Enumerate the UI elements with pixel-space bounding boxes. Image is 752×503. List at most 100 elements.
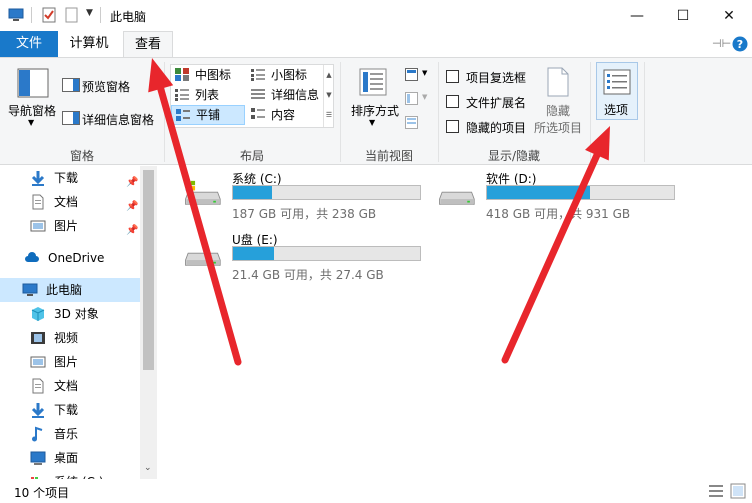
pin-ribbon-icon[interactable]: ⊣⊢ [712,37,731,50]
drive-usage-fill [487,186,590,199]
nav-item[interactable]: 此电脑 [0,278,140,302]
layout-item-label: 中图标 [195,68,232,82]
tab-computer[interactable]: 计算机 [58,31,120,57]
chevron-down-icon[interactable]: ▼ [28,118,34,127]
nav-item-label: 图片 [54,355,79,369]
layout-item-label: 内容 [271,108,296,122]
preview-pane-button[interactable]: 预览窗格 [82,78,130,95]
size-columns-icon[interactable] [405,116,421,130]
nav-item[interactable]: 图片 📌 [0,214,140,238]
nav-item-label: 桌面 [54,451,79,465]
group-by-icon[interactable] [405,68,421,82]
hidden-items-label: 隐藏的项目 [466,121,527,135]
separator [31,7,32,23]
hide-selected-button[interactable]: 隐藏 [546,102,570,119]
title-bar: ▼ 此电脑 — ☐ ✕ [0,0,752,31]
item-checkboxes-checkbox[interactable] [446,70,459,83]
cube-icon [30,306,46,322]
drive-tile[interactable]: 软件 (D:) 418 GB 可用，共 931 GB [434,170,679,222]
nav-item[interactable]: 3D 对象 [0,302,140,326]
navigation-pane-icon [17,68,49,98]
music-icon [30,426,46,442]
svg-text:?: ? [737,38,743,51]
layout-gallery: 中图标 小图标 列表 详细信息 平铺 内容 ▲ ▼ ☰ [170,64,334,128]
nav-item-label: 音乐 [54,427,79,441]
computer-icon[interactable] [8,7,24,23]
file-extensions-checkbox[interactable] [446,95,459,108]
nav-item[interactable]: 桌面 [0,446,140,470]
drive-free-space: 21.4 GB 可用，共 27.4 GB [232,268,384,282]
close-button[interactable]: ✕ [706,0,752,31]
properties-icon[interactable] [41,7,57,23]
desktop-icon [30,450,46,466]
drive-icon [439,191,475,205]
list-icon [175,89,189,101]
add-columns-icon[interactable] [405,92,421,106]
layout-small-icons[interactable]: 小图标 [247,65,323,85]
nav-item[interactable]: 文档 [0,374,140,398]
medium-icons-icon [175,68,189,81]
details-view-icon[interactable] [708,483,724,499]
tab-file[interactable]: 文件 [0,31,58,57]
group-label-panes: 窗格 [69,149,94,163]
new-folder-icon[interactable] [64,7,80,23]
layout-tiles[interactable]: 平铺 [171,105,245,125]
nav-item-label: OneDrive [48,251,105,265]
ribbon-tabs: 文件 计算机 查看 ⊣⊢ ? [0,31,752,58]
scrollbar-thumb[interactable] [143,170,154,370]
layout-list[interactable]: 列表 [171,85,247,105]
chevron-down-icon[interactable]: ▼ [369,118,375,127]
drive-free-space: 418 GB 可用，共 931 GB [486,207,631,221]
tab-view[interactable]: 查看 [123,31,173,58]
drive-free-space: 187 GB 可用，共 238 GB [232,207,377,221]
sort-by-button[interactable]: 排序方式 [351,102,399,119]
layout-medium-icons[interactable]: 中图标 [171,65,247,85]
drive-usage-bar [232,185,421,200]
nav-item-label: 下载 [54,403,79,417]
details-icon [251,89,265,99]
minimize-button[interactable]: — [614,0,660,31]
drive-tile[interactable]: U盘 (E:) 21.4 GB 可用，共 27.4 GB [180,231,425,283]
nav-item[interactable]: 图片 [0,350,140,374]
gallery-scroll[interactable]: ▲ ▼ ☰ [323,65,334,127]
window-title: 此电脑 [110,10,147,24]
help-icon[interactable]: ? [732,36,748,52]
hidden-items-checkbox[interactable] [446,120,459,133]
options-label: 选项 [604,103,629,117]
nav-item-label: 文档 [54,195,79,209]
separator [100,7,101,23]
details-pane-icon [62,111,80,125]
nav-item[interactable]: OneDrive [0,246,140,270]
layout-details[interactable]: 详细信息 [247,85,323,105]
navigation-pane-button[interactable]: 导航窗格 [8,102,56,119]
options-button[interactable]: 选项 [596,62,638,120]
drive-icon [185,252,221,266]
large-icons-view-icon[interactable] [730,483,746,499]
nav-item-label: 下载 [54,171,79,185]
pictures-icon [30,354,46,370]
nav-item[interactable]: 视频 [0,326,140,350]
pictures-icon [30,218,46,234]
drive-tile[interactable]: 系统 (C:) 187 GB 可用，共 238 GB [180,170,425,222]
chevron-down-icon[interactable]: ▼ [422,69,427,77]
nav-item[interactable]: 下载 📌 [0,166,140,190]
hide-selected-icon [547,67,569,97]
drive-icon [185,180,221,205]
maximize-button[interactable]: ☐ [660,0,706,31]
small-icons-icon [251,69,265,81]
customize-quick-access-icon[interactable]: ▼ [86,8,93,18]
computer-icon [22,282,38,298]
layout-item-label: 列表 [195,88,220,102]
status-bar: 10 个项目 [0,479,752,503]
nav-item[interactable]: 下载 [0,398,140,422]
scroll-down-icon[interactable]: ⌄ [144,463,152,473]
nav-item[interactable]: 音乐 [0,422,140,446]
details-pane-button[interactable]: 详细信息窗格 [82,111,154,128]
document-icon [30,378,46,394]
cloud-icon [24,250,40,266]
sort-by-icon [359,68,387,96]
item-count: 10 个项目 [14,486,70,500]
nav-item[interactable]: 文档 📌 [0,190,140,214]
layout-content[interactable]: 内容 [247,105,323,125]
drive-usage-bar [232,246,421,261]
